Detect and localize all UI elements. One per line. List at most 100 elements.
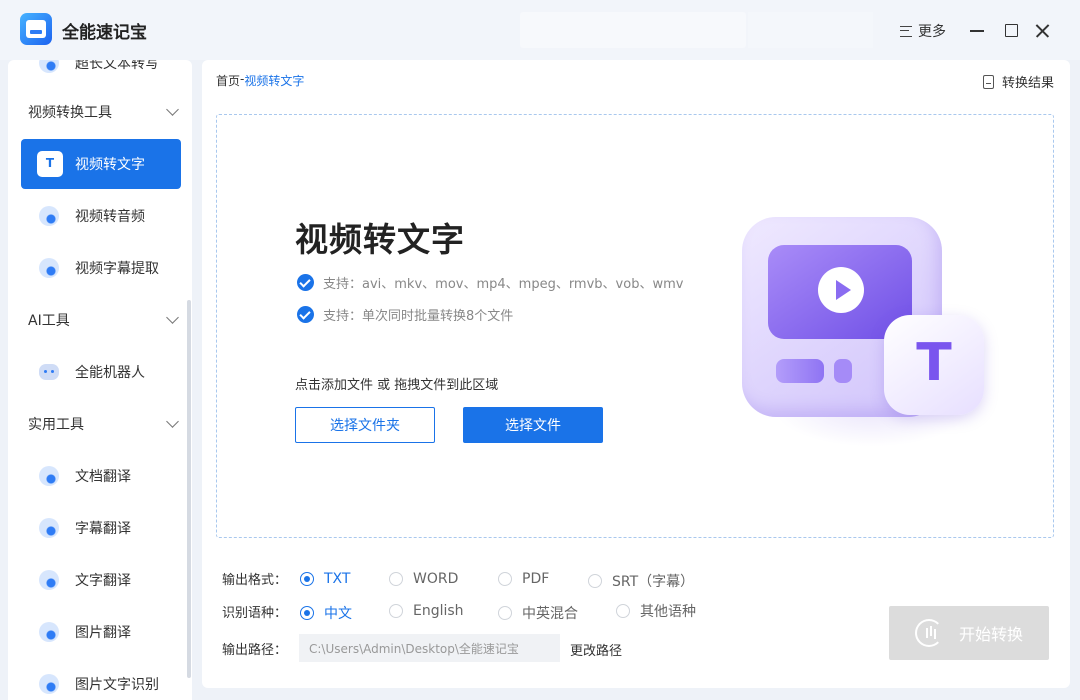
sidebar-item-image-translate[interactable]: 图片翻译 xyxy=(21,607,181,657)
breadcrumb-current: 视频转文字 xyxy=(244,74,305,88)
sidebar-item-subtitle-extract[interactable]: 视频字幕提取 xyxy=(21,243,181,293)
support-formats-row: 支持：avi、mkv、mov、mp4、mpeg、rmvb、vob、wmv xyxy=(297,273,683,292)
sidebar-item-video-to-audio[interactable]: 视频转音频 xyxy=(21,191,181,241)
radio-label: English xyxy=(413,603,464,619)
image-icon xyxy=(39,622,59,642)
format-radio-txt[interactable]: TXT xyxy=(300,571,350,587)
sidebar-group-label: AI工具 xyxy=(28,313,70,329)
radio-label: PDF xyxy=(522,571,550,587)
control-bar xyxy=(776,359,824,383)
conversion-results-label: 转换结果 xyxy=(1001,76,1054,91)
format-radio-srt[interactable]: SRT（字幕） xyxy=(588,571,694,591)
drop-zone-title: 视频转文字 xyxy=(295,220,465,259)
sidebar-item-label: 超长文本转写 xyxy=(75,60,159,72)
output-path-field[interactable] xyxy=(299,634,560,662)
support-formats-text: 支持：avi、mkv、mov、mp4、mpeg、rmvb、vob、wmv xyxy=(323,277,684,292)
language-row: 识别语种： xyxy=(222,601,290,621)
sidebar-scrollbar[interactable] xyxy=(187,300,191,678)
app-logo-icon xyxy=(20,13,52,45)
language-label: 识别语种： xyxy=(222,605,288,621)
close-icon[interactable] xyxy=(1034,22,1051,39)
audio-wave-icon xyxy=(914,619,943,647)
sidebar-item-label: 视频转音频 xyxy=(75,209,145,225)
conversion-results-link[interactable]: 转换结果 xyxy=(982,72,1054,91)
sidebar-item-ocr[interactable]: 图片文字识别 xyxy=(21,659,181,700)
chevron-down-icon xyxy=(166,311,179,324)
sidebar-group-video-tools[interactable]: 视频转换工具 xyxy=(28,100,183,124)
sidebar-group-utility-tools[interactable]: 实用工具 xyxy=(28,412,183,436)
sidebar-item-video-to-text[interactable]: 视频转文字 xyxy=(21,139,181,189)
start-conversion-button[interactable]: 开始转换 xyxy=(889,606,1049,660)
play-icon xyxy=(818,267,864,313)
check-circle-icon xyxy=(297,306,314,323)
select-folder-button[interactable]: 选择文件夹 xyxy=(295,407,435,443)
format-radio-word[interactable]: WORD xyxy=(389,571,458,587)
sidebar-item-doc-translate[interactable]: 文档翻译 xyxy=(21,451,181,501)
document-icon xyxy=(39,466,59,486)
sidebar-group-label: 视频转换工具 xyxy=(28,105,112,121)
support-batch-text: 支持：单次同时批量转换8个文件 xyxy=(323,309,514,324)
sidebar-item-robot[interactable]: 全能机器人 xyxy=(21,347,181,397)
sidebar-item-label: 视频转文字 xyxy=(75,157,145,173)
language-radio-mixed[interactable]: 中英混合 xyxy=(498,603,578,623)
output-format-label: 输出格式： xyxy=(222,572,288,588)
breadcrumb-home[interactable]: 首页 xyxy=(216,72,240,89)
language-radio-english[interactable]: English xyxy=(389,603,464,619)
sidebar-item-label: 字幕翻译 xyxy=(75,521,131,537)
title-bar-blank xyxy=(520,12,746,48)
radio-label: 其他语种 xyxy=(640,604,696,620)
start-conversion-label: 开始转换 xyxy=(958,625,1023,644)
language-radio-chinese[interactable]: 中文 xyxy=(300,603,352,623)
text-badge-letter: T xyxy=(916,333,952,393)
sidebar-item-label: 图片文字识别 xyxy=(75,677,159,693)
language-radio-other[interactable]: 其他语种 xyxy=(616,601,696,621)
radio-label: 中英混合 xyxy=(522,606,578,622)
check-circle-icon xyxy=(297,274,314,291)
chevron-down-icon xyxy=(166,415,179,428)
output-path-label: 输出路径： xyxy=(222,642,288,658)
text-icon xyxy=(39,60,59,73)
radio-label: 中文 xyxy=(324,606,352,622)
text-badge-icon: T xyxy=(884,315,984,415)
sidebar-item-text-translate[interactable]: 文字翻译 xyxy=(21,555,181,605)
app-title: 全能速记宝 xyxy=(62,23,147,43)
radio-icon xyxy=(300,572,314,586)
scan-icon xyxy=(39,674,59,694)
support-batch-row: 支持：单次同时批量转换8个文件 xyxy=(297,305,513,324)
sidebar-item-label: 视频字幕提取 xyxy=(75,261,159,277)
radio-label: SRT（字幕） xyxy=(612,574,695,590)
file-drop-zone[interactable]: 视频转文字 支持：avi、mkv、mov、mp4、mpeg、rmvb、vob、w… xyxy=(216,114,1054,538)
radio-icon xyxy=(389,604,403,618)
sidebar-group-ai-tools[interactable]: AI工具 xyxy=(28,308,183,332)
radio-label: WORD xyxy=(413,571,459,587)
text-t-icon xyxy=(37,151,63,177)
more-menu-button[interactable]: 更多 xyxy=(900,21,946,41)
title-bar-blank xyxy=(748,12,873,48)
radio-icon xyxy=(498,606,512,620)
maximize-icon[interactable] xyxy=(1005,24,1018,37)
video-to-text-illustration: T xyxy=(742,217,992,447)
breadcrumb: 首页 - 视频转文字 xyxy=(216,72,304,89)
music-note-icon xyxy=(39,206,59,226)
radio-icon xyxy=(300,606,314,620)
minimize-icon[interactable] xyxy=(970,30,984,32)
output-path-row: 输出路径： xyxy=(222,638,290,658)
sidebar-item-label: 图片翻译 xyxy=(75,625,131,641)
radio-icon xyxy=(498,572,512,586)
sidebar: 超长文本转写 视频转换工具 视频转文字 视频转音频 视频字幕提取 AI工具 全能… xyxy=(8,60,192,700)
radio-label: TXT xyxy=(324,571,351,587)
sidebar-item-label: 文字翻译 xyxy=(75,573,131,589)
output-format-row: 输出格式： xyxy=(222,568,290,588)
change-path-button[interactable]: 更改路径 xyxy=(570,640,622,659)
radio-icon xyxy=(389,572,403,586)
main-panel: 首页 - 视频转文字 转换结果 视频转文字 支持：avi、mkv、mov、mp4… xyxy=(202,60,1070,688)
sidebar-group-label: 实用工具 xyxy=(28,417,84,433)
more-menu-label: 更多 xyxy=(918,24,946,40)
text-t-icon xyxy=(39,570,59,590)
sidebar-item-subtitle-translate[interactable]: 字幕翻译 xyxy=(21,503,181,553)
select-file-button[interactable]: 选择文件 xyxy=(463,407,603,443)
sidebar-item-long-transcribe[interactable]: 超长文本转写 xyxy=(21,60,181,88)
chevron-down-icon xyxy=(166,103,179,116)
upload-arrow-icon xyxy=(39,258,59,278)
format-radio-pdf[interactable]: PDF xyxy=(498,571,549,587)
